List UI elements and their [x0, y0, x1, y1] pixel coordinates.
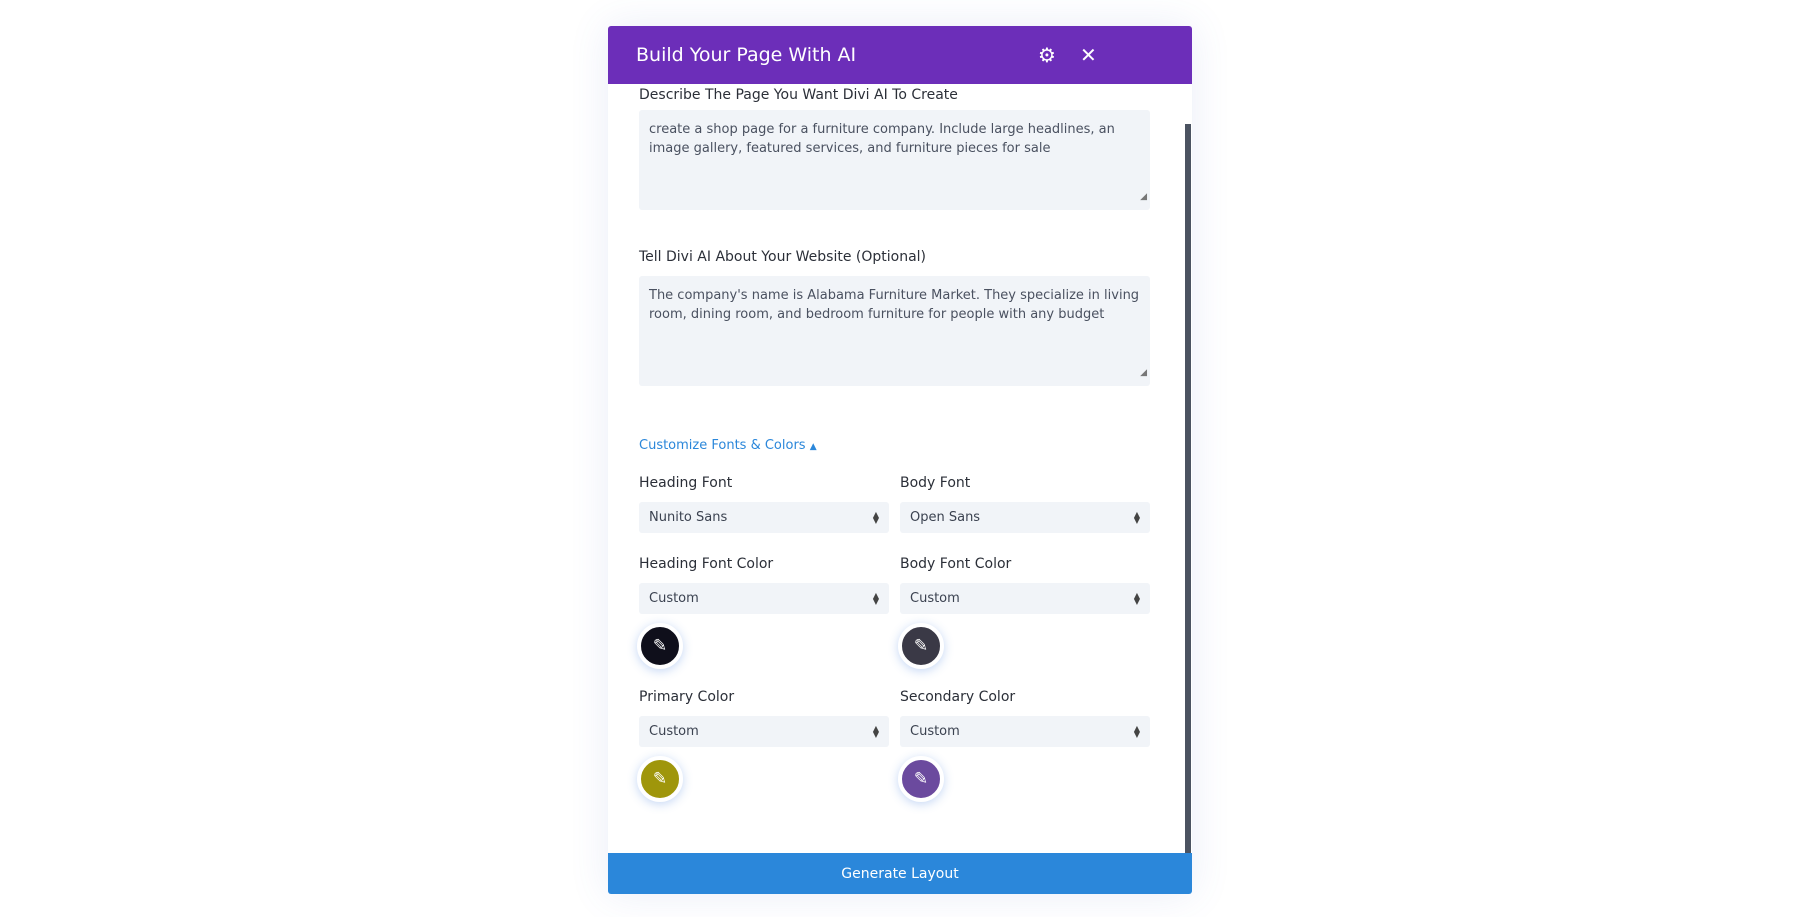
customize-fonts-colors-toggle[interactable]: Customize Fonts & Colors ▲ — [639, 438, 817, 453]
generate-layout-button[interactable]: Generate Layout — [608, 853, 1192, 894]
heading-color-value: Custom — [649, 591, 699, 606]
primary-color-value: Custom — [649, 724, 699, 739]
eyedropper-icon: ✎ — [652, 636, 668, 656]
primary-color-label: Primary Color — [639, 689, 735, 705]
describe-text: create a shop page for a furniture compa… — [649, 122, 1115, 156]
modal-body: Describe The Page You Want Divi AI To Cr… — [608, 26, 1192, 853]
secondary-color-value: Custom — [910, 724, 960, 739]
website-text: The company's name is Alabama Furniture … — [649, 288, 1140, 322]
body-font-select[interactable]: Open Sans ▲ ▼ — [900, 502, 1150, 533]
eyedropper-icon: ✎ — [652, 769, 668, 789]
heading-color-select[interactable]: Custom ▲ ▼ — [639, 583, 889, 614]
resize-grip-icon[interactable]: ◢ — [1140, 188, 1147, 207]
close-icon[interactable]: ✕ — [1080, 43, 1097, 67]
body-color-value: Custom — [910, 591, 960, 606]
body-font-label: Body Font — [900, 475, 971, 491]
primary-color-swatch[interactable]: ✎ — [637, 756, 683, 802]
secondary-color-select[interactable]: Custom ▲ ▼ — [900, 716, 1150, 747]
heading-color-label: Heading Font Color — [639, 556, 774, 572]
heading-color-swatch[interactable]: ✎ — [637, 623, 683, 669]
heading-font-label: Heading Font — [639, 475, 733, 491]
secondary-color-label: Secondary Color — [900, 689, 1016, 705]
body-font-value: Open Sans — [910, 510, 981, 525]
build-page-modal: Describe The Page You Want Divi AI To Cr… — [608, 26, 1192, 894]
select-arrows-icon: ▲ ▼ — [872, 509, 879, 525]
modal-title: Build Your Page With AI — [636, 44, 857, 66]
primary-color-select[interactable]: Custom ▲ ▼ — [639, 716, 889, 747]
secondary-color-swatch[interactable]: ✎ — [898, 756, 944, 802]
select-arrows-icon: ▲ ▼ — [1133, 509, 1140, 525]
body-color-select[interactable]: Custom ▲ ▼ — [900, 583, 1150, 614]
resize-grip-icon[interactable]: ◢ — [1140, 364, 1147, 383]
body-color-swatch[interactable]: ✎ — [898, 623, 944, 669]
website-label: Tell Divi AI About Your Website (Optiona… — [639, 249, 927, 265]
heading-font-value: Nunito Sans — [649, 510, 728, 525]
website-textarea[interactable]: The company's name is Alabama Furniture … — [639, 276, 1150, 386]
select-arrows-icon: ▲ ▼ — [872, 723, 879, 739]
select-arrows-icon: ▲ ▼ — [1133, 590, 1140, 606]
gear-icon[interactable]: ⚙ — [1038, 43, 1056, 67]
describe-label: Describe The Page You Want Divi AI To Cr… — [639, 87, 958, 103]
body-color-label: Body Font Color — [900, 556, 1012, 572]
customize-label: Customize Fonts & Colors — [639, 438, 806, 453]
eyedropper-icon: ✎ — [913, 636, 929, 656]
modal-header: Build Your Page With AI ⚙ ✕ — [608, 26, 1192, 84]
caret-up-icon: ▲ — [809, 442, 817, 452]
describe-textarea[interactable]: create a shop page for a furniture compa… — [639, 110, 1150, 210]
scrollbar[interactable] — [1185, 124, 1191, 853]
eyedropper-icon: ✎ — [913, 769, 929, 789]
select-arrows-icon: ▲ ▼ — [872, 590, 879, 606]
select-arrows-icon: ▲ ▼ — [1133, 723, 1140, 739]
heading-font-select[interactable]: Nunito Sans ▲ ▼ — [639, 502, 889, 533]
